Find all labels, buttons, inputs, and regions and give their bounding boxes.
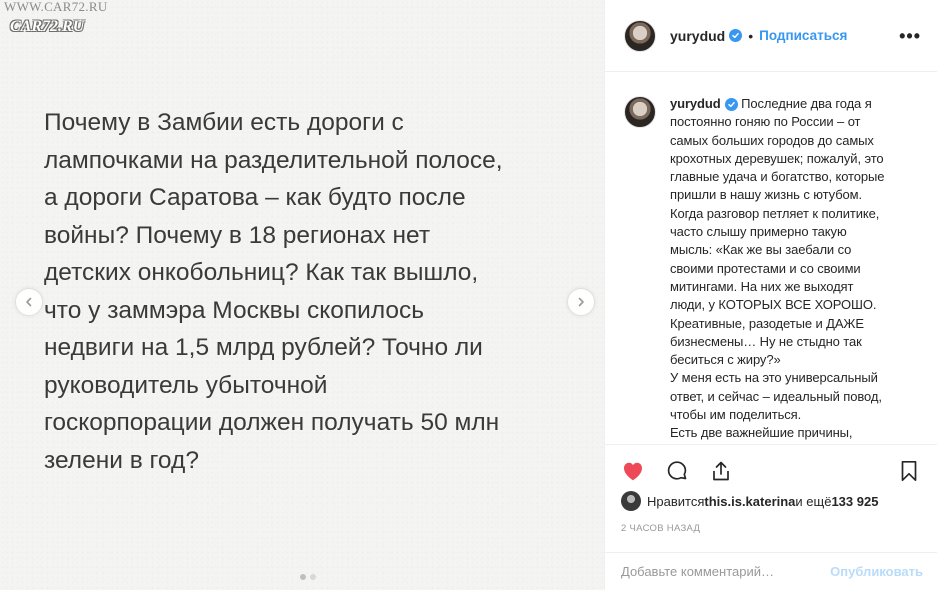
share-button[interactable]: [707, 457, 735, 485]
post-image-text: Почему в Замбии есть дороги с лампочками…: [44, 109, 503, 474]
caption-line: главные удача и богатство, которые: [670, 169, 885, 185]
caption-line: мысль: «Как же вы заебали со: [670, 242, 852, 258]
header-username[interactable]: yurydud: [670, 28, 725, 44]
post-sidebar: yurydud • Подписаться ••• yurydud Послед…: [604, 0, 937, 590]
chevron-right-icon: [578, 297, 584, 307]
action-icon-row: [619, 457, 923, 485]
more-options-icon[interactable]: •••: [899, 27, 921, 45]
caption-line: Есть две важнейшие причины,: [670, 425, 853, 441]
comment-button[interactable]: [663, 457, 691, 485]
like-button[interactable]: [619, 457, 647, 485]
caption-line: Когда разговор петляет к политике,: [670, 205, 880, 221]
heart-filled-icon: [624, 462, 642, 481]
save-button[interactable]: [895, 457, 923, 485]
publish-button[interactable]: Опубликовать: [830, 564, 923, 579]
likes-summary: Нравится this.is.katerina и ещё 133 925: [621, 491, 878, 511]
caption-avatar[interactable]: [624, 96, 656, 128]
liker-avatar[interactable]: [621, 491, 641, 511]
carousel-next-button[interactable]: [567, 288, 595, 316]
share-upload-icon: [713, 461, 729, 481]
avatar[interactable]: [624, 19, 656, 52]
bookmark-icon: [901, 460, 917, 482]
caption-line: постоянно гоняю по России – от: [670, 114, 861, 130]
liker-username[interactable]: this.is.katerina: [704, 494, 795, 509]
caption-line: крохотных деревушек; пожалуй, это: [670, 150, 884, 166]
post-media: WWW.CAR72.RU CAR72.RU Почему в Замбии ес…: [0, 0, 604, 590]
post-header: yurydud • Подписаться •••: [605, 0, 937, 72]
watermark: WWW.CAR72.RU CAR72.RU: [4, 0, 108, 35]
caption-username[interactable]: yurydud: [670, 96, 721, 111]
caption-line: люди, у КОТОРЫХ ВСЕ ХОРОШО.: [670, 297, 877, 313]
carousel-dot: [300, 574, 306, 580]
caption-line: своими протестами и со своими: [670, 260, 861, 276]
caption-line: У меня есть на это универсальный: [670, 370, 878, 386]
carousel-prev-button[interactable]: [15, 288, 43, 316]
caption-line: ответ, и сейчас – идеальный повод,: [670, 388, 882, 404]
caption-first-line: yurydud Последние два года я: [670, 95, 921, 113]
likes-count[interactable]: 133 925: [831, 494, 878, 509]
verified-badge-icon: [724, 98, 738, 111]
caption-area: yurydud Последние два года я постоянно г…: [605, 73, 937, 444]
likes-middle: и ещё: [795, 493, 832, 509]
caption-line: часто слышу примерно такую: [670, 224, 847, 240]
likes-prefix: Нравится: [647, 493, 705, 509]
follow-button[interactable]: Подписаться: [759, 28, 847, 43]
comment-input[interactable]: [621, 564, 831, 579]
chevron-left-icon: [26, 297, 32, 307]
caption-line: бизнесмены… Ну не стыдно так: [670, 333, 862, 349]
caption-line: митингами. На них же выходят: [670, 278, 854, 294]
post-timestamp[interactable]: 2 ЧАСОВ НАЗАД: [621, 523, 700, 534]
comment-form: Опубликовать: [605, 552, 937, 590]
caption-line: Последние два года я: [741, 96, 872, 111]
header-separator: •: [748, 27, 754, 44]
caption-line: беситься с жиру?»: [670, 352, 781, 368]
comment-bubble-icon: [667, 461, 687, 480]
caption-line: Креативные, разодетые и ДАЖЕ: [670, 315, 864, 331]
watermark-logo: CAR72.RU: [10, 18, 85, 35]
carousel-indicator: [300, 574, 316, 580]
caption-line: самых больших городов до самых: [670, 132, 874, 148]
watermark-url: WWW.CAR72.RU: [4, 0, 108, 14]
post-caption: yurydud Последние два года я постоянно г…: [670, 95, 921, 444]
caption-line: чтобы им поделиться.: [670, 407, 802, 423]
verified-badge-icon: [729, 29, 743, 42]
caption-line: пришли в нашу жизнь с ютубом.: [670, 187, 863, 203]
carousel-dot: [310, 574, 316, 580]
